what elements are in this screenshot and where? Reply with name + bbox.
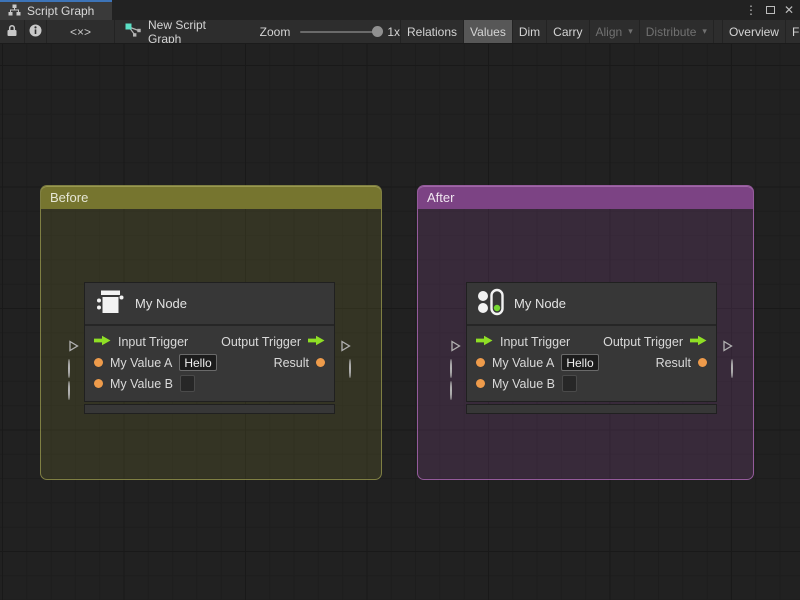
window-controls: ⋮ ✕	[745, 0, 800, 20]
node-header[interactable]: My Node	[467, 283, 716, 326]
info-icon	[29, 24, 42, 40]
value-port-icon[interactable]	[94, 379, 103, 388]
output-trigger-port[interactable]	[340, 339, 351, 357]
value-port-icon[interactable]	[476, 379, 485, 388]
value-a-port[interactable]	[68, 359, 70, 378]
value-b-port[interactable]	[68, 381, 70, 400]
toolbar: <×> New Script Graph Zoom 1x Relations V…	[0, 20, 800, 44]
toolbar-left: <×> New Script Graph Zoom 1x	[0, 20, 400, 43]
zoom-label: Zoom	[259, 24, 291, 39]
value-b-input[interactable]	[180, 375, 195, 392]
align-dropdown[interactable]: Align ▾	[590, 20, 640, 43]
chevron-down-icon: ▾	[702, 26, 707, 36]
graph-canvas[interactable]: Before After My Node Input Trigger Outpu…	[0, 44, 800, 600]
value-port-icon[interactable]	[94, 358, 103, 367]
node-my-node-before[interactable]: My Node Input Trigger Output Trigger My …	[68, 282, 351, 414]
zoom-slider[interactable]	[300, 26, 384, 37]
output-trigger-arrow-icon[interactable]	[690, 335, 707, 349]
value-port-icon[interactable]	[476, 358, 485, 367]
node-footer	[84, 404, 335, 414]
new-script-graph-button[interactable]: New Script Graph	[115, 20, 248, 44]
toolbar-right: Relations Values Dim Carry Align ▾ Distr…	[400, 20, 800, 43]
port-row-value-a: My Value A Result	[467, 352, 716, 373]
port-row-triggers: Input Trigger Output Trigger	[467, 331, 716, 352]
port-row-triggers: Input Trigger Output Trigger	[85, 331, 334, 352]
bolt-unit-icon	[95, 288, 125, 319]
result-port[interactable]	[349, 359, 351, 378]
value-a-input[interactable]	[179, 354, 218, 371]
input-trigger-arrow-icon[interactable]	[476, 335, 493, 349]
value-b-input[interactable]	[562, 375, 577, 392]
lock-button[interactable]	[0, 20, 25, 43]
relations-button[interactable]: Relations	[401, 20, 465, 43]
node-my-node-after[interactable]: My Node Input Trigger Output Trigger My …	[450, 282, 733, 414]
group-title: Before	[50, 190, 89, 205]
group-title: After	[427, 190, 455, 205]
zoom-slider-handle[interactable]	[372, 26, 384, 37]
node-title: My Node	[135, 296, 188, 311]
full-screen-button[interactable]: Full Screen	[786, 20, 800, 43]
tab-script-graph[interactable]: Script Graph	[0, 0, 112, 20]
value-b-port[interactable]	[450, 381, 452, 400]
value-a-port[interactable]	[450, 359, 452, 378]
graph-hierarchy-icon	[8, 4, 21, 19]
info-button[interactable]	[25, 20, 47, 43]
overview-button[interactable]: Overview	[721, 20, 786, 43]
group-after-header[interactable]: After	[418, 186, 753, 209]
new-graph-icon	[125, 23, 141, 40]
new-graph-label: New Script Graph	[147, 20, 206, 44]
close-icon[interactable]: ✕	[784, 3, 794, 17]
visual-scripting-icon	[477, 287, 504, 320]
port-row-value-b: My Value B	[467, 373, 716, 394]
zoom-value: 1x	[387, 24, 401, 39]
node-header[interactable]: My Node	[85, 283, 334, 326]
port-row-value-a: My Value A Result	[85, 352, 334, 373]
value-port-icon[interactable]	[698, 358, 707, 367]
value-a-input[interactable]	[561, 354, 600, 371]
tab-label: Script Graph	[27, 4, 95, 18]
input-trigger-arrow-icon[interactable]	[94, 335, 111, 349]
menu-icon[interactable]: ⋮	[745, 3, 757, 17]
chevron-down-icon: ▾	[628, 26, 633, 36]
output-trigger-port[interactable]	[722, 339, 733, 357]
value-port-icon[interactable]	[316, 358, 325, 367]
lock-icon	[6, 24, 18, 40]
script-graph-window: Script Graph ⋮ ✕ <×> New Script Graph Zo…	[0, 0, 800, 600]
dim-button[interactable]: Dim	[513, 20, 548, 43]
group-before-header[interactable]: Before	[41, 186, 381, 209]
distribute-dropdown[interactable]: Distribute ▾	[640, 20, 714, 43]
values-button[interactable]: Values	[464, 20, 513, 43]
carry-button[interactable]: Carry	[547, 20, 590, 43]
output-trigger-arrow-icon[interactable]	[308, 335, 325, 349]
maximize-icon[interactable]	[765, 3, 775, 17]
code-view-button[interactable]: <×>	[47, 20, 115, 43]
port-row-value-b: My Value B	[85, 373, 334, 394]
node-title: My Node	[514, 296, 567, 311]
input-trigger-port[interactable]	[68, 339, 79, 357]
result-port[interactable]	[731, 359, 733, 378]
code-view-icon: <×>	[69, 24, 91, 39]
titlebar: Script Graph ⋮ ✕	[0, 0, 800, 20]
zoom-control: Zoom 1x	[260, 25, 400, 39]
node-footer	[466, 404, 717, 414]
input-trigger-port[interactable]	[450, 339, 461, 357]
